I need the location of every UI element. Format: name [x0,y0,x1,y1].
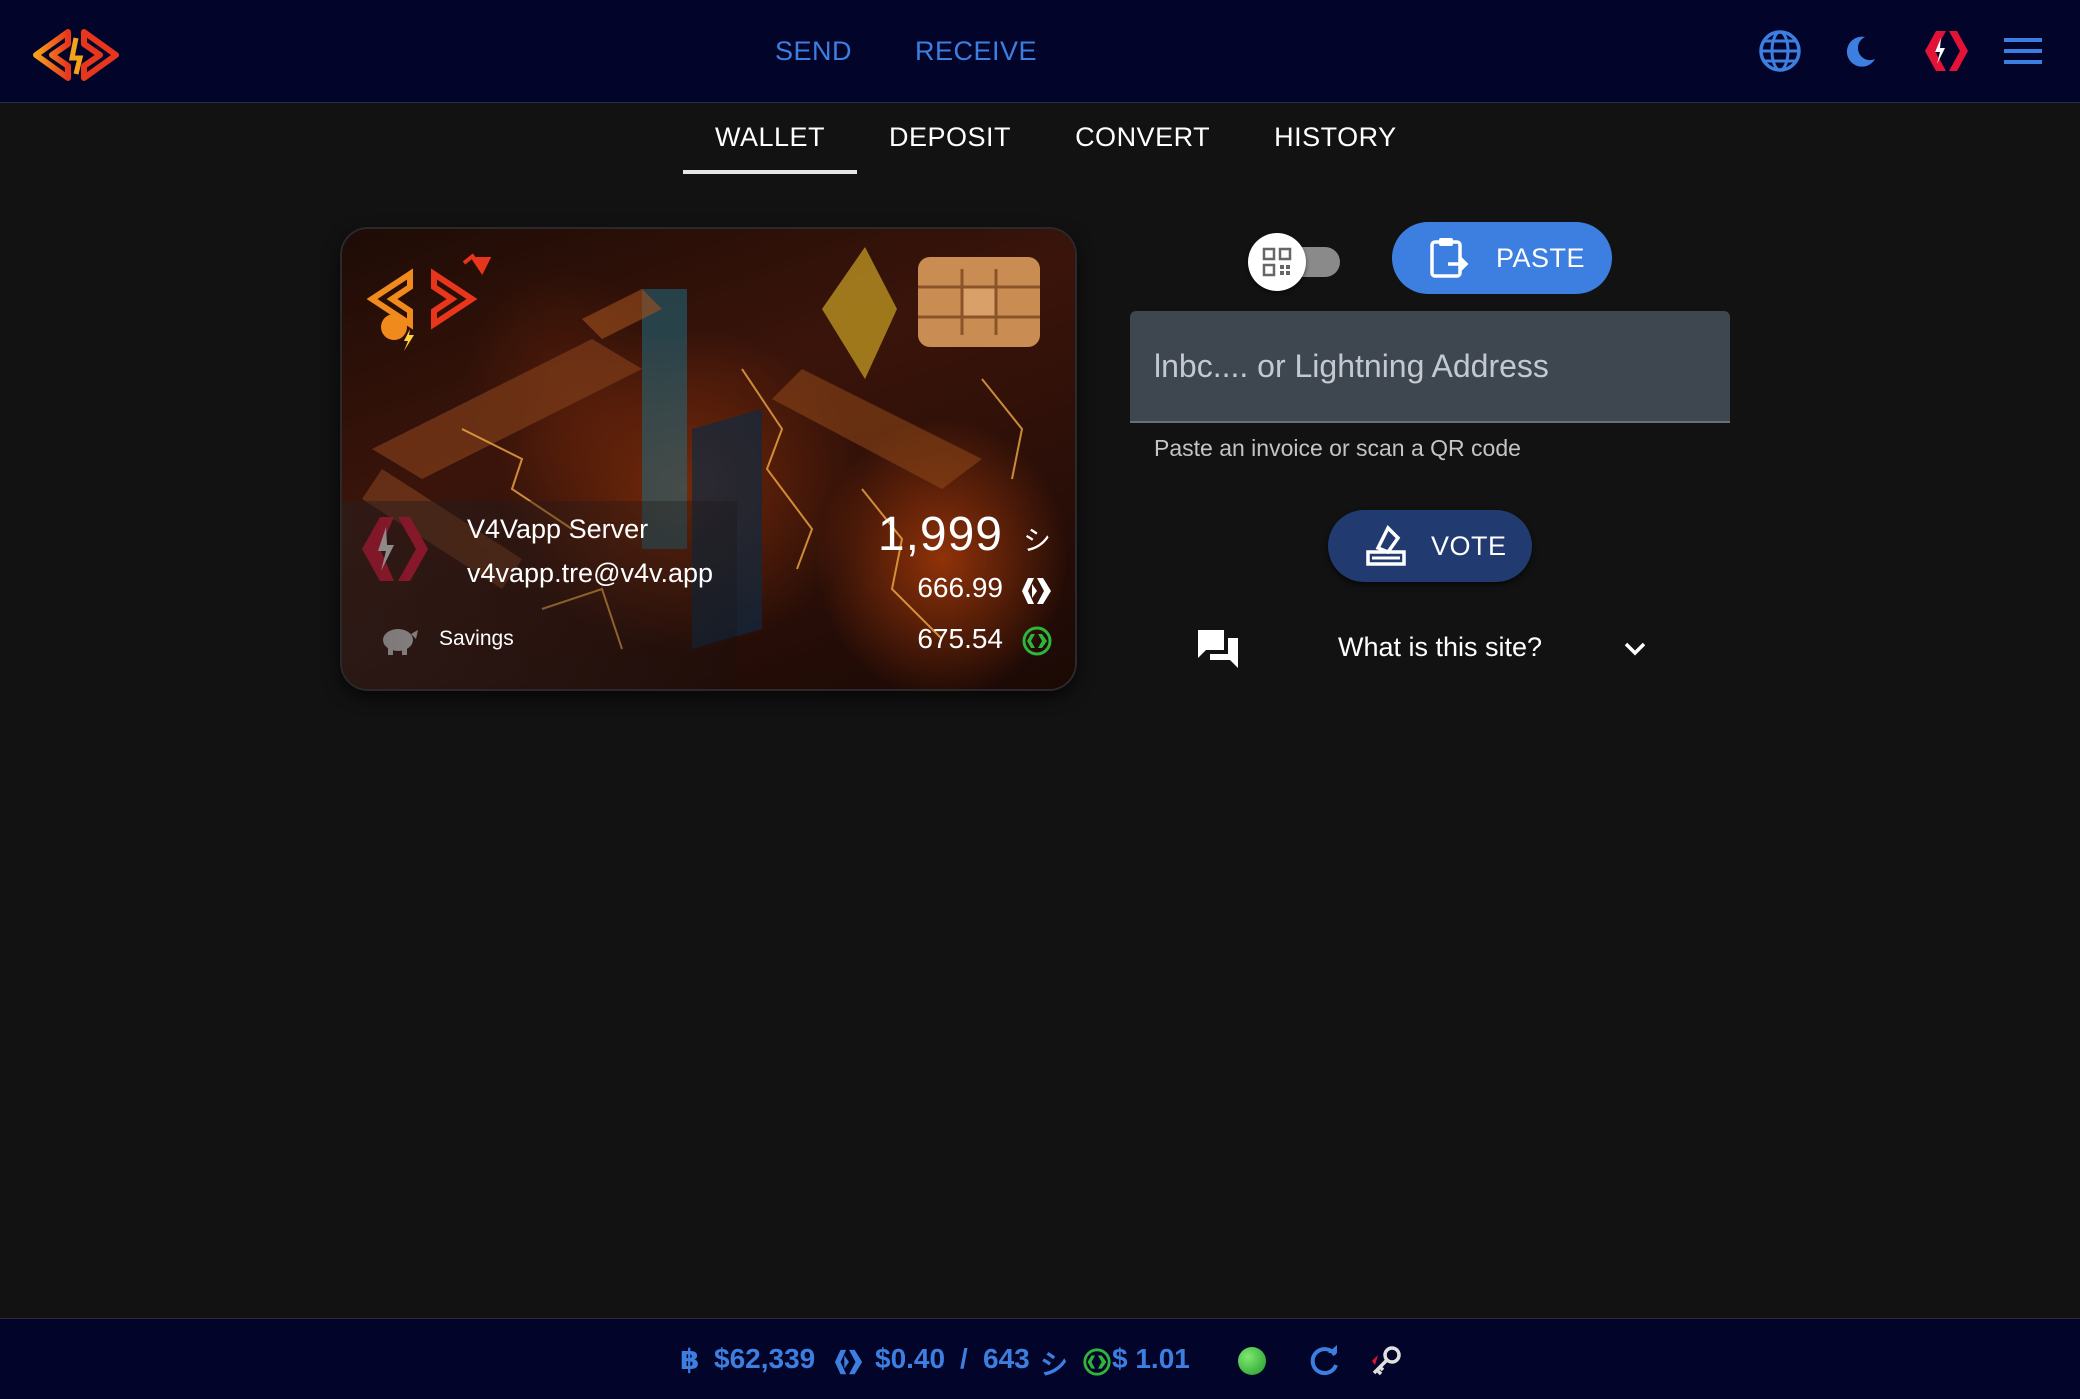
tab-convert[interactable]: CONVERT [1043,104,1242,170]
paste-button[interactable]: PASTE [1392,222,1612,294]
qr-code-icon [1262,247,1292,277]
hive-keychain-icon[interactable] [1922,28,1972,74]
account-name: V4Vapp Server [467,514,649,544]
forum-chat-icon [1198,630,1238,668]
hive-token-icon [1022,578,1051,604]
key-login-icon[interactable] [1368,1343,1404,1379]
dark-mode-moon-icon[interactable] [1837,28,1883,74]
sats-per-hive: 643 [983,1343,1030,1374]
receive-nav-button[interactable]: RECEIVE [915,0,1037,102]
sats-symbol-icon: シ [1022,525,1051,556]
hbd-token-icon [1022,626,1052,656]
globe-icon[interactable] [1757,28,1803,74]
toggle-knob [1248,233,1306,291]
invoice-input-hint: Paste an invoice or scan a QR code [1154,435,1521,461]
clipboard-paste-icon [1430,238,1469,278]
price-separator: / [960,1343,968,1374]
v4vapp-logo-icon[interactable] [28,28,124,82]
hive-balance: 666.99 [917,572,1003,603]
ballot-vote-icon [1366,525,1406,566]
savings-label[interactable]: Savings [439,627,514,651]
tab-deposit[interactable]: DEPOSIT [857,104,1043,170]
hbd-price-icon [1083,1348,1111,1376]
send-nav-button[interactable]: SEND [775,0,852,102]
qr-scanner-toggle[interactable] [1248,233,1344,291]
paste-button-label: PASTE [1496,242,1586,273]
wallet-card[interactable]: V4Vapp Server v4vapp.tre@v4v.app Savings… [342,229,1075,689]
faq-expander[interactable]: What is this site? [1190,620,1660,676]
vote-button[interactable]: VOTE [1328,510,1532,582]
price-ticker-bar: ฿ $62,339 $0.40 / 643 シ $ 1.01 [0,1318,2080,1399]
chevron-down-icon [1624,642,1646,656]
vote-button-label: VOTE [1431,530,1507,561]
top-app-bar: SEND RECEIVE [0,0,2080,103]
lightning-address: v4vapp.tre@v4v.app [467,558,714,588]
refresh-icon[interactable] [1306,1343,1342,1379]
wallet-tabs: WALLET DEPOSIT CONVERT HISTORY [683,104,1429,174]
sats-symbol: シ [1040,1349,1069,1380]
tab-history[interactable]: HISTORY [1242,104,1429,170]
faq-label: What is this site? [1338,632,1543,662]
hive-price-icon [834,1349,863,1375]
invoice-input-container [1130,311,1730,423]
hbd-balance: 675.54 [917,623,1003,654]
menu-icon[interactable] [2000,28,2046,74]
connection-status-indicator [1238,1347,1266,1375]
tab-wallet[interactable]: WALLET [683,104,858,174]
btc-symbol: ฿ [680,1344,700,1375]
sats-balance: 1,999 [877,508,1003,561]
invoice-input[interactable] [1130,311,1730,421]
hbd-price: $ 1.01 [1112,1343,1190,1374]
hive-price: $0.40 [875,1343,946,1374]
btc-price: $62,339 [714,1343,816,1374]
